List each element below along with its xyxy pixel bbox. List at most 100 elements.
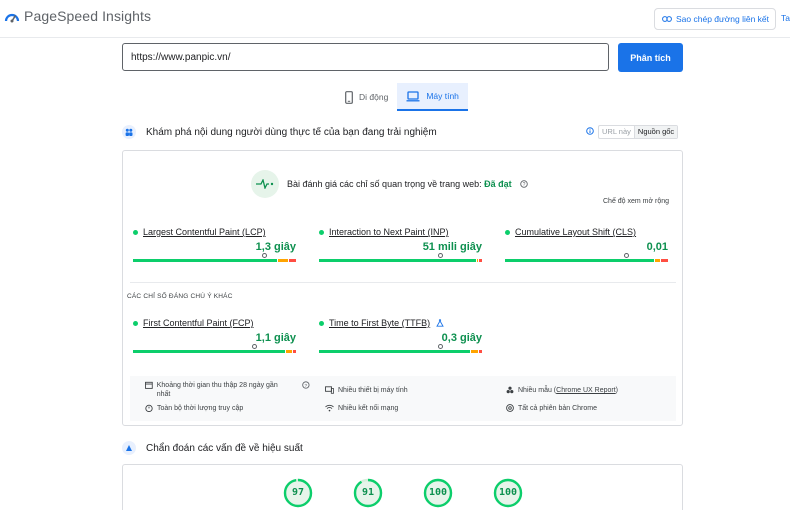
desktop-devices-icon [325, 386, 334, 394]
score-value: 97 [291, 487, 305, 498]
tab-desktop-label: Máy tính [426, 91, 459, 101]
diagnostics-section-header: Chẩn đoán các vấn đề về hiệu suất [122, 441, 303, 455]
score-value: 100 [428, 487, 448, 498]
metric-inp: Interaction to Next Paint (INP) 51 mili … [319, 227, 482, 262]
help-icon[interactable]: ? [519, 180, 528, 188]
good-dot-icon [319, 229, 324, 235]
chrome-ux-report-link[interactable]: Chrome UX Report [556, 387, 616, 394]
metric-inp-distribution-bar [319, 253, 482, 262]
score-value: 100 [498, 487, 518, 498]
metrics-divider [130, 282, 676, 283]
sample-source-text: Nhiều mẫu (Chrome UX Report) [518, 386, 618, 395]
app-title: PageSpeed Insights [24, 8, 152, 24]
metric-fcp-distribution-bar [133, 344, 296, 353]
good-dot-icon [133, 320, 138, 326]
metric-fcp-value: 1,1 giây [255, 332, 296, 344]
link-icon [662, 16, 672, 22]
url-input[interactable]: https://www.panpic.vn/ [122, 43, 609, 71]
diagnostics-section-title: Chẩn đoán các vấn đề về hiệu suất [146, 442, 303, 454]
metric-cls-value: 0,01 [646, 241, 668, 253]
chrome-icon [506, 404, 514, 412]
distribution-needs-improvement-segment [654, 259, 661, 262]
lab-scores-card [122, 464, 683, 510]
distribution-good-segment [133, 350, 286, 353]
score-gauge-best-practices[interactable]: 100 [423, 478, 453, 508]
metric-cls-distribution-bar [505, 253, 668, 262]
chrome-versions: Tất cả phiên bản Chrome [506, 404, 597, 413]
expand-view-toggle[interactable]: Chế độ xem mở rộng [603, 198, 669, 205]
metric-fcp-label[interactable]: First Contentful Paint (FCP) [143, 318, 254, 328]
top-bar: PageSpeed Insights Sao chép đường liên k… [0, 0, 790, 38]
toggle-origin[interactable]: Nguồn gốc [634, 126, 678, 138]
crux-section-title: Khám phá nội dung người dùng thực tế của… [146, 126, 437, 138]
distribution-good-segment [319, 350, 470, 353]
users-icon [122, 125, 136, 139]
samples-icon [506, 386, 514, 394]
metric-ttfb-value: 0,3 giây [441, 332, 482, 344]
smartphone-icon [345, 90, 353, 104]
chrome-versions-text: Tất cả phiên bản Chrome [518, 405, 597, 412]
device-tabs: Di động Máy tính [336, 83, 468, 111]
distribution-needs-improvement-segment [470, 350, 478, 353]
help-icon[interactable]: ? [302, 381, 310, 389]
distribution-needs-improvement-segment [286, 350, 292, 353]
info-icon[interactable] [586, 127, 594, 135]
sample-source-prefix: Nhiều mẫu ( [518, 387, 557, 394]
metric-inp-value: 51 mili giây [422, 241, 482, 253]
truncated-menu-label[interactable]: Ta [781, 13, 790, 23]
toggle-this-url[interactable]: URL này [599, 126, 635, 138]
metric-cls: Cumulative Layout Shift (CLS) 0,01 [505, 227, 668, 262]
metric-cls-label[interactable]: Cumulative Layout Shift (CLS) [515, 227, 636, 237]
timer-icon [145, 404, 153, 412]
score-gauge-accessibility[interactable]: 91 [353, 478, 383, 508]
score-gauge-performance[interactable]: 97 [283, 478, 313, 508]
distribution-poor-segment [478, 259, 482, 262]
distribution-good-segment [133, 259, 278, 262]
tab-mobile-label: Di động [359, 92, 389, 102]
score-gauge-seo[interactable]: 100 [493, 478, 523, 508]
metric-inp-label[interactable]: Interaction to Next Paint (INP) [329, 227, 449, 237]
metric-lcp-label[interactable]: Largest Contentful Paint (LCP) [143, 227, 266, 237]
collection-period-text: Khoảng thời gian thu thập 28 ngày gần nh… [156, 382, 278, 398]
svg-text:?: ? [522, 182, 525, 188]
metric-lcp-distribution-bar [133, 253, 296, 262]
copy-link-button[interactable]: Sao chép đường liên kết [654, 8, 776, 30]
pulse-icon [251, 170, 279, 198]
percentile-marker [262, 253, 268, 258]
distribution-needs-improvement-segment [477, 259, 478, 262]
distribution-poor-segment [289, 259, 296, 262]
assessment-prefix: Bài đánh giá các chỉ số quan trọng về tr… [287, 179, 482, 189]
analyze-button[interactable]: Phân tích [618, 43, 683, 72]
good-dot-icon [505, 229, 510, 235]
device-types-text: Nhiều thiết bị máy tính [338, 387, 408, 394]
assessment-text: Bài đánh giá các chỉ số quan trọng về tr… [287, 179, 512, 189]
distribution-good-segment [319, 259, 477, 262]
logo[interactable]: PageSpeed Insights [4, 8, 151, 24]
good-dot-icon [133, 229, 138, 235]
core-web-vitals-assessment: Bài đánh giá các chỉ số quan trọng về tr… [251, 170, 528, 198]
tab-desktop[interactable]: Máy tính [397, 83, 468, 111]
distribution-good-segment [505, 259, 654, 262]
distribution-poor-segment [292, 350, 296, 353]
network-connections: Nhiều kết nối mạng [325, 404, 398, 413]
wifi-icon [325, 404, 334, 412]
crux-section-header: Khám phá nội dung người dùng thực tế của… [122, 125, 437, 139]
lighthouse-icon [122, 441, 136, 455]
sample-source: Nhiều mẫu (Chrome UX Report) [506, 386, 618, 395]
device-types: Nhiều thiết bị máy tính [325, 386, 408, 395]
pagespeed-logo-icon [4, 13, 20, 23]
metric-ttfb-label[interactable]: Time to First Byte (TTFB) [329, 318, 430, 328]
laptop-icon [406, 90, 420, 101]
other-metrics-heading: CÁC CHỈ SỐ ĐÁNG CHÚ Ý KHÁC [127, 293, 233, 300]
distribution-poor-segment [661, 259, 668, 262]
metric-fcp: First Contentful Paint (FCP) 1,1 giây [133, 318, 296, 353]
tab-mobile[interactable]: Di động [336, 83, 397, 111]
metric-ttfb-distribution-bar [319, 344, 482, 353]
distribution-needs-improvement-segment [278, 259, 289, 262]
metric-lcp: Largest Contentful Paint (LCP) 1,3 giây [133, 227, 296, 262]
url-origin-toggle[interactable]: URL này Nguồn gốc [598, 125, 679, 139]
metric-lcp-value: 1,3 giây [255, 241, 296, 253]
metric-ttfb: Time to First Byte (TTFB) 0,3 giây [319, 318, 482, 353]
good-dot-icon [319, 320, 324, 326]
collection-period: Khoảng thời gian thu thập 28 ngày gần nh… [145, 381, 310, 399]
